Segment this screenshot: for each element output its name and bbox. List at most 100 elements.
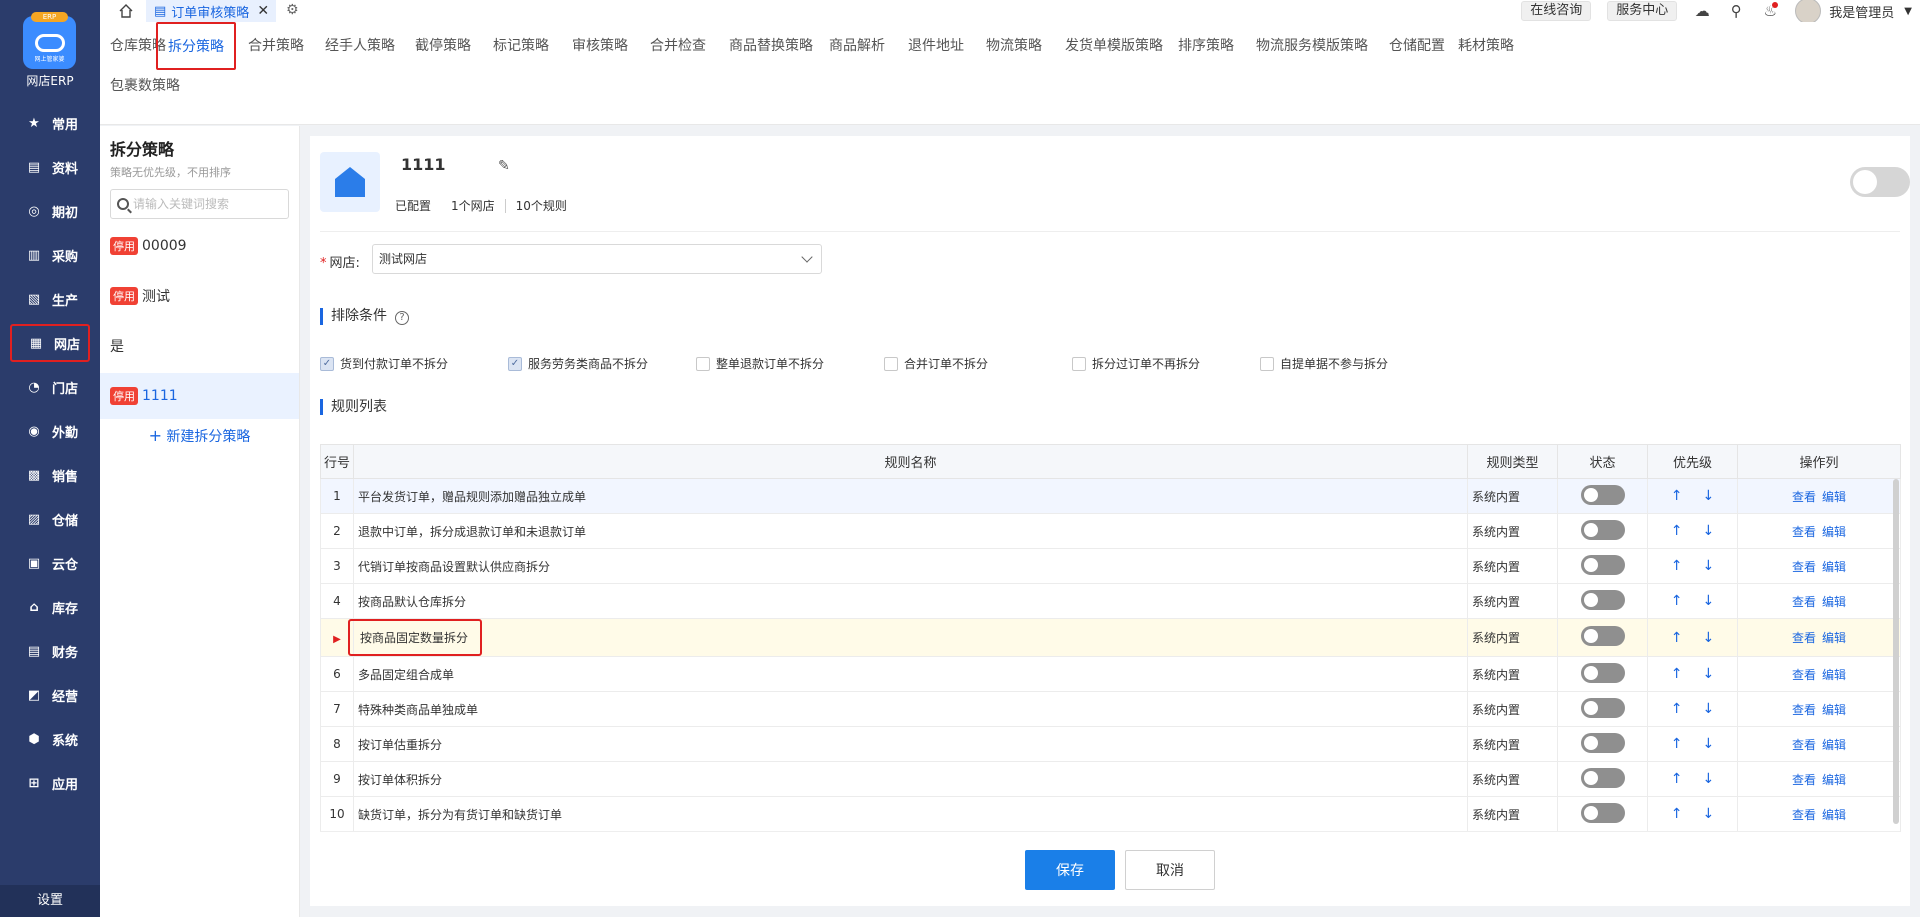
cloud-download-icon[interactable]: ☁	[1693, 2, 1711, 20]
edit-link[interactable]: 编辑	[1822, 808, 1846, 822]
tab-order-audit[interactable]: ▤ 订单审核策略 ✕	[146, 0, 276, 22]
table-row[interactable]: ▶ 按商品固定数量拆分 系统内置 ↑ ↓ 查看 编辑	[320, 618, 1901, 657]
sidebar-item-7[interactable]: ◉ 外勤	[10, 412, 90, 450]
sidebar-item-13[interactable]: ◩ 经营	[10, 676, 90, 714]
exclusion-checkbox[interactable]: 拆分过订单不再拆分	[1072, 355, 1200, 372]
arrow-up-icon[interactable]: ↑	[1671, 558, 1683, 574]
edit-link[interactable]: 编辑	[1822, 703, 1846, 717]
arrow-up-icon[interactable]: ↑	[1671, 666, 1683, 682]
sidebar-item-12[interactable]: ▤ 财务	[10, 632, 90, 670]
strategy-item[interactable]: 停用 00009	[100, 223, 299, 269]
arrow-up-icon[interactable]: ↑	[1671, 593, 1683, 609]
subnav-tab-7[interactable]: 合并检查	[650, 35, 706, 55]
rule-status-toggle[interactable]	[1580, 732, 1625, 753]
arrow-up-icon[interactable]: ↑	[1671, 736, 1683, 752]
rule-status-toggle[interactable]	[1580, 767, 1625, 788]
table-scrollbar[interactable]	[1893, 479, 1899, 824]
checkbox-box[interactable]	[1072, 356, 1086, 371]
search-icon[interactable]: ⚲	[1727, 2, 1745, 20]
exclusion-checkbox[interactable]: ✓ 货到付款订单不拆分	[320, 355, 448, 372]
sidebar-item-11[interactable]: ⌂ 库存	[10, 588, 90, 626]
sidebar-item-10[interactable]: ▣ 云仓	[10, 544, 90, 582]
arrow-down-icon[interactable]: ↓	[1703, 523, 1715, 539]
rule-status-toggle[interactable]	[1580, 484, 1625, 505]
edit-link[interactable]: 编辑	[1822, 595, 1846, 609]
view-link[interactable]: 查看	[1792, 595, 1816, 609]
table-row[interactable]: 6 多品固定组合成单 系统内置 ↑ ↓ 查看 编辑	[320, 656, 1901, 692]
rule-status-toggle[interactable]	[1580, 802, 1625, 823]
edit-link[interactable]: 编辑	[1822, 773, 1846, 787]
checkbox-box[interactable]	[696, 356, 710, 371]
table-row[interactable]: 4 按商品默认仓库拆分 系统内置 ↑ ↓ 查看 编辑	[320, 583, 1901, 619]
edit-link[interactable]: 编辑	[1822, 560, 1846, 574]
subnav-tab-14[interactable]: 物流服务模版策略	[1256, 35, 1368, 55]
app-logo[interactable]: ERP 网上管家婆	[23, 12, 76, 69]
subnav-tab-1[interactable]: 拆分策略	[156, 22, 236, 70]
table-row[interactable]: 1 平台发货订单，赠品规则添加赠品独立成单 系统内置 ↑ ↓ 查看 编辑	[320, 478, 1901, 514]
table-row[interactable]: 10 缺货订单，拆分为有货订单和缺货订单 系统内置 ↑ ↓ 查看 编辑	[320, 796, 1901, 832]
caret-down-icon[interactable]: ▼	[1904, 6, 1912, 17]
view-link[interactable]: 查看	[1792, 560, 1816, 574]
checkbox-box[interactable]	[1260, 356, 1274, 371]
view-link[interactable]: 查看	[1792, 668, 1816, 682]
arrow-up-icon[interactable]: ↑	[1671, 806, 1683, 822]
subnav-tab-8[interactable]: 商品替换策略	[729, 35, 813, 55]
table-row[interactable]: 9 按订单体积拆分 系统内置 ↑ ↓ 查看 编辑	[320, 761, 1901, 797]
user-name[interactable]: 我是管理员	[1829, 2, 1894, 21]
service-center-button[interactable]: 服务中心	[1607, 1, 1678, 21]
online-consult-button[interactable]: 在线咨询	[1521, 1, 1592, 21]
edit-link[interactable]: 编辑	[1822, 490, 1846, 504]
arrow-up-icon[interactable]: ↑	[1671, 523, 1683, 539]
cancel-button[interactable]: 取消	[1125, 850, 1215, 890]
arrow-down-icon[interactable]: ↓	[1703, 771, 1715, 787]
sidebar-item-0[interactable]: ★ 常用	[10, 104, 90, 142]
arrow-up-icon[interactable]: ↑	[1671, 488, 1683, 504]
strategy-enable-toggle[interactable]	[1850, 167, 1910, 197]
strategy-item[interactable]: 停用 测试	[100, 273, 299, 319]
view-link[interactable]: 查看	[1792, 525, 1816, 539]
edit-link[interactable]: 编辑	[1822, 668, 1846, 682]
sidebar-item-6[interactable]: ◔ 门店	[10, 368, 90, 406]
subnav-tab-2[interactable]: 合并策略	[248, 35, 304, 55]
sidebar-item-9[interactable]: ▨ 仓储	[10, 500, 90, 538]
rule-status-toggle[interactable]	[1580, 519, 1625, 540]
arrow-up-icon[interactable]: ↑	[1671, 701, 1683, 717]
subnav-tab-row2-0[interactable]: 包裹数策略	[110, 75, 180, 95]
table-row[interactable]: 2 退款中订单，拆分成退款订单和未退款订单 系统内置 ↑ ↓ 查看 编辑	[320, 513, 1901, 549]
subnav-tab-16[interactable]: 耗材策略	[1458, 35, 1514, 55]
bell-icon[interactable]: ♨	[1761, 2, 1779, 20]
edit-link[interactable]: 编辑	[1822, 631, 1846, 645]
rule-status-toggle[interactable]	[1580, 662, 1625, 683]
sidebar-item-14[interactable]: ⬢ 系统	[10, 720, 90, 758]
checkbox-box[interactable]: ✓	[508, 356, 522, 371]
edit-icon[interactable]: ✎	[498, 158, 510, 174]
new-strategy-button[interactable]: + 新建拆分策略	[100, 426, 299, 446]
exclusion-checkbox[interactable]: ✓ 服务劳务类商品不拆分	[508, 355, 648, 372]
view-link[interactable]: 查看	[1792, 703, 1816, 717]
rule-status-toggle[interactable]	[1580, 589, 1625, 610]
subnav-tab-11[interactable]: 物流策略	[986, 35, 1042, 55]
arrow-down-icon[interactable]: ↓	[1703, 701, 1715, 717]
save-button[interactable]: 保存	[1025, 850, 1115, 890]
settings-button[interactable]: 设置	[0, 885, 100, 917]
sidebar-item-5[interactable]: ▦ 网店	[10, 324, 90, 362]
edit-link[interactable]: 编辑	[1822, 738, 1846, 752]
view-link[interactable]: 查看	[1792, 773, 1816, 787]
subnav-tab-6[interactable]: 审核策略	[572, 35, 628, 55]
strategy-search[interactable]	[110, 189, 289, 219]
home-icon[interactable]	[118, 3, 134, 19]
checkbox-box[interactable]	[884, 356, 898, 371]
subnav-tab-5[interactable]: 标记策略	[493, 35, 549, 55]
subnav-tab-15[interactable]: 仓储配置	[1389, 35, 1445, 55]
arrow-down-icon[interactable]: ↓	[1703, 593, 1715, 609]
subnav-tab-3[interactable]: 经手人策略	[325, 35, 395, 55]
view-link[interactable]: 查看	[1792, 490, 1816, 504]
sidebar-item-8[interactable]: ▩ 销售	[10, 456, 90, 494]
strategy-item[interactable]: 停用 1111	[100, 373, 299, 419]
table-row[interactable]: 3 代销订单按商品设置默认供应商拆分 系统内置 ↑ ↓ 查看 编辑	[320, 548, 1901, 584]
view-link[interactable]: 查看	[1792, 631, 1816, 645]
sidebar-item-4[interactable]: ▧ 生产	[10, 280, 90, 318]
subnav-tab-9[interactable]: 商品解析	[829, 35, 885, 55]
arrow-up-icon[interactable]: ↑	[1671, 771, 1683, 787]
subnav-tab-10[interactable]: 退件地址	[908, 35, 964, 55]
